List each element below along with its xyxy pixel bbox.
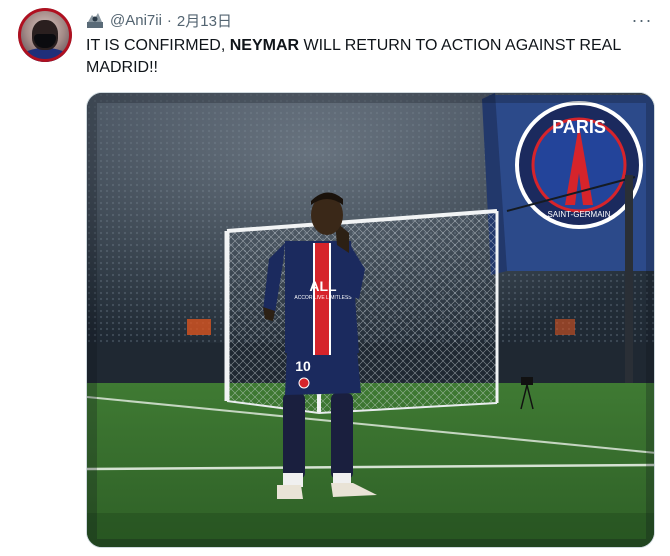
shorts-number: 10	[295, 358, 311, 374]
goal-post-pole	[625, 175, 633, 419]
flag-text: PARIS	[552, 117, 606, 137]
shorts-crest	[298, 377, 310, 389]
more-options-icon[interactable]: ···	[630, 10, 654, 30]
header-separator: ·	[166, 11, 172, 29]
avatar-ring	[18, 8, 72, 62]
tweet: @Ani7ii · 2月13日 ··· IT IS CONFIRMED, NEY…	[0, 0, 670, 556]
ad-board-light	[187, 319, 211, 335]
eagle-badge-icon	[86, 11, 104, 29]
tweet-media-photo[interactable]: PARIS SAINT-GERMAIN 10 ALL ACCOR LIVE LI…	[86, 92, 655, 548]
sponsor-text: ALL	[309, 278, 337, 294]
sponsor-subtext: ACCOR LIVE LIMITLESS	[294, 295, 352, 301]
tweet-header: @Ani7ii · 2月13日	[86, 10, 232, 30]
tweet-date[interactable]: 2月13日	[177, 10, 232, 31]
tweet-text-bold: NEYMAR	[229, 37, 300, 54]
tweet-text-part1: IT IS CONFIRMED,	[86, 37, 230, 54]
flag-subtext: SAINT-GERMAIN	[547, 210, 610, 219]
user-handle[interactable]: @Ani7ii	[110, 12, 162, 29]
ad-board-light-right	[555, 319, 575, 335]
tweet-text: IT IS CONFIRMED, NEYMAR WILL RETURN TO A…	[86, 35, 656, 79]
avatar[interactable]	[18, 8, 72, 62]
